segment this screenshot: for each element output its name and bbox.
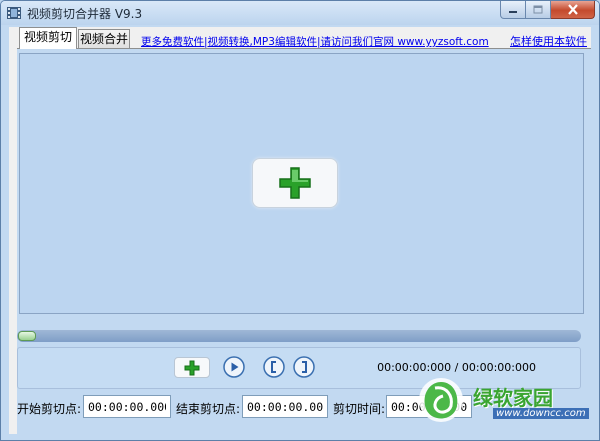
watermark-text: 绿软家园: [473, 386, 553, 410]
app-film-icon: [7, 7, 21, 19]
help-link[interactable]: 怎样使用本软件: [510, 33, 587, 49]
website-link[interactable]: 更多免费软件|视频转换,MP3编辑软件|请访问我们官网 www.yyzsoft.…: [141, 34, 489, 49]
leaf-logo-icon: [419, 378, 463, 422]
seek-slider[interactable]: [17, 330, 581, 342]
watermark-sub: www.downcc.com: [493, 408, 589, 419]
cut-duration-label: 剪切时间:: [333, 402, 386, 416]
seek-slider-thumb[interactable]: [18, 331, 36, 341]
maximize-button[interactable]: [526, 1, 551, 19]
start-cut-label: 开始剪切点:: [17, 402, 82, 416]
tab-video-merge[interactable]: 视频合并: [78, 29, 130, 49]
end-cut-input[interactable]: [242, 395, 328, 418]
app-window: 视频剪切合并器 V9.3 视频剪切 视频合并 更多免费软件|视频转换,MP3编辑…: [0, 0, 600, 441]
video-preview-area[interactable]: [19, 53, 584, 314]
watermark-logo: 绿软家园 www.downcc.com: [413, 366, 595, 436]
minimize-icon: [509, 10, 517, 13]
bracket-right-icon: [293, 356, 315, 378]
end-cut-label: 结束剪切点:: [176, 402, 241, 416]
add-file-button[interactable]: [174, 357, 210, 378]
maximize-icon: [533, 5, 543, 14]
tab-video-cut[interactable]: 视频剪切: [19, 27, 77, 49]
play-button[interactable]: [223, 356, 245, 378]
close-icon: [567, 4, 578, 15]
plus-icon: [279, 167, 311, 199]
plus-icon: [184, 360, 200, 375]
bracket-left-icon: [263, 356, 285, 378]
minimize-button[interactable]: [500, 1, 526, 19]
start-cut-input[interactable]: [83, 395, 171, 418]
close-button[interactable]: [551, 1, 595, 19]
add-video-button[interactable]: [252, 158, 338, 208]
title-bar[interactable]: 视频剪切合并器 V9.3: [1, 1, 599, 25]
window-controls: [500, 1, 595, 19]
window-title: 视频剪切合并器 V9.3: [27, 7, 143, 21]
play-icon: [223, 356, 245, 378]
mark-in-button[interactable]: [263, 356, 285, 378]
mark-out-button[interactable]: [293, 356, 315, 378]
